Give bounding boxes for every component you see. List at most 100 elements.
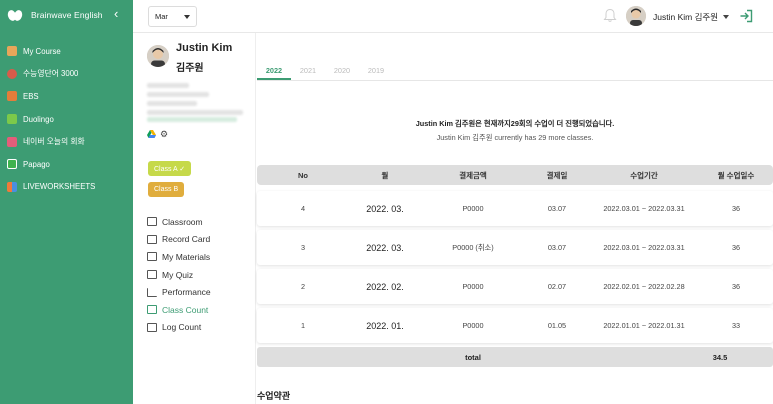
- column-header: 수업기간: [630, 170, 658, 180]
- sidebar-item-naver-conversation[interactable]: 네이버 오늘의 회화: [0, 130, 133, 153]
- sidebar-item-label: LIVEWORKSHEETS: [23, 182, 96, 192]
- menu-item-class-count[interactable]: Class Count: [147, 301, 211, 319]
- menu-item-label: Class Count: [162, 304, 209, 315]
- cell-paid-date: 01.05: [547, 321, 567, 330]
- cell-month: 2022. 01.: [366, 320, 404, 331]
- sidebar-item-label: My Course: [23, 46, 61, 56]
- avatar: [147, 45, 169, 67]
- sidebar-nav: My Course 수능영단어 3000 EBS Duolingo 네이버 오늘…: [0, 40, 133, 198]
- sidebar-item-ebs[interactable]: EBS: [0, 85, 133, 108]
- class-b-badge[interactable]: Class B: [148, 182, 185, 197]
- month-select[interactable]: Mar: [148, 6, 197, 27]
- table-header: No 월 결제금액 결제일 수업기간 월 수업일수: [257, 165, 773, 185]
- top-bar: Mar Justin Kim 김주원: [133, 0, 773, 33]
- cell-amount: P0000: [462, 321, 484, 330]
- cell-amount: P0000 (취소): [452, 242, 494, 252]
- card-icon: [147, 234, 157, 244]
- year-tabs: 2022 2021 2020 2019: [257, 61, 773, 81]
- cell-period: 2022.02.01 ~ 2022.02.28: [603, 282, 685, 291]
- google-drive-icon[interactable]: [147, 130, 156, 138]
- cell-days: 36: [731, 243, 741, 252]
- chevron-down-icon[interactable]: [723, 15, 729, 19]
- cell-days: 33: [731, 321, 741, 330]
- sidebar-item-label: 네이버 오늘의 회화: [23, 137, 85, 147]
- table-row[interactable]: 2 2022. 02. P0000 02.07 2022.02.01 ~ 202…: [257, 269, 773, 304]
- sidebar-item-label: 수능영단어 3000: [23, 69, 79, 79]
- profile-menu: Classroom Record Card My Materials My Qu…: [147, 213, 211, 336]
- avatar[interactable]: [626, 6, 646, 26]
- owl-icon: [7, 114, 17, 125]
- sidebar-item-my-course[interactable]: My Course: [0, 40, 133, 63]
- month-select-value: Mar: [155, 12, 168, 21]
- quiz-icon: [147, 270, 157, 280]
- terms-heading: 수업약관: [257, 391, 291, 401]
- profile-panel: Justin Kim 김주원 ⚙ Class A ✓ Class B Class…: [133, 33, 256, 404]
- total-label: total: [465, 352, 481, 362]
- sidebar-item-label: Papago: [23, 159, 50, 169]
- menu-item-label: Log Count: [162, 322, 202, 333]
- sidebar-item-liveworksheets[interactable]: LIVEWORKSHEETS: [0, 176, 133, 199]
- tab-year-2020[interactable]: 2020: [325, 61, 359, 80]
- sidebar-item-duolingo[interactable]: Duolingo: [0, 108, 133, 131]
- menu-item-my-quiz[interactable]: My Quiz: [147, 266, 211, 284]
- sidebar-item-label: EBS: [23, 91, 39, 101]
- materials-icon: [147, 252, 157, 262]
- cell-month: 2022. 02.: [366, 281, 404, 292]
- classroom-icon: [147, 217, 157, 227]
- user-menu[interactable]: Justin Kim 김주원: [653, 11, 718, 23]
- book-icon: [7, 68, 17, 79]
- menu-item-label: Performance: [162, 287, 211, 298]
- table-row[interactable]: 4 2022. 03. P0000 03.07 2022.03.01 ~ 202…: [257, 191, 773, 226]
- translate-icon: [7, 159, 17, 170]
- column-header: 결제금액: [459, 170, 487, 180]
- menu-item-my-materials[interactable]: My Materials: [147, 248, 211, 266]
- tab-year-2022[interactable]: 2022: [257, 61, 291, 80]
- redacted-info: [147, 101, 197, 106]
- sidebar: Brainwave English ‹ My Course 수능영단어 3000…: [0, 0, 133, 404]
- table-total-row: total 34.5: [257, 347, 773, 367]
- brand-name: Brainwave English: [31, 10, 103, 20]
- performance-icon: [147, 287, 157, 297]
- table-row[interactable]: 3 2022. 03. P0000 (취소) 03.07 2022.03.01 …: [257, 230, 773, 265]
- log-count-icon: [147, 322, 157, 332]
- cell-month: 2022. 03.: [366, 242, 404, 253]
- cell-no: 2: [300, 282, 306, 291]
- cell-amount: P0000: [462, 282, 484, 291]
- sidebar-item-label: Duolingo: [23, 114, 54, 124]
- redacted-info: [147, 110, 243, 115]
- collapse-sidebar-icon[interactable]: ‹: [114, 6, 118, 21]
- chat-icon: [7, 136, 17, 147]
- menu-item-label: My Materials: [162, 251, 211, 262]
- class-count-notice-ko: Justin Kim 김주원은 현재까지29회의 수업이 더 진행되었습니다.: [415, 119, 615, 128]
- menu-item-label: Classroom: [162, 216, 203, 227]
- class-a-badge[interactable]: Class A ✓: [148, 161, 192, 176]
- table-row[interactable]: 1 2022. 01. P0000 01.05 2022.01.01 ~ 202…: [257, 308, 773, 343]
- menu-item-record-card[interactable]: Record Card: [147, 231, 211, 249]
- cell-days: 36: [731, 204, 741, 213]
- sidebar-item-papago[interactable]: Papago: [0, 153, 133, 176]
- menu-item-log-count[interactable]: Log Count: [147, 319, 211, 337]
- cell-paid-date: 02.07: [547, 282, 567, 291]
- class-count-notice-en: Justin Kim 김주원 currently has 29 more cla…: [436, 133, 594, 142]
- profile-name-ko: 김주원: [176, 63, 204, 74]
- cell-month: 2022. 03.: [366, 203, 404, 214]
- column-header: 월: [381, 170, 389, 180]
- logout-icon[interactable]: [739, 9, 753, 23]
- bell-icon[interactable]: [603, 8, 617, 23]
- redacted-info: [147, 92, 209, 97]
- cell-period: 2022.01.01 ~ 2022.01.31: [603, 321, 685, 330]
- worksheet-icon: [7, 181, 17, 192]
- menu-item-classroom[interactable]: Classroom: [147, 213, 211, 231]
- cell-no: 3: [300, 243, 306, 252]
- sidebar-item-vocab-3000[interactable]: 수능영단어 3000: [0, 63, 133, 86]
- menu-item-label: My Quiz: [162, 269, 194, 280]
- cell-period: 2022.03.01 ~ 2022.03.31: [603, 243, 685, 252]
- cell-no: 4: [300, 204, 306, 213]
- total-value: 34.5: [712, 352, 728, 362]
- ebs-icon: [7, 91, 17, 102]
- tab-year-2019[interactable]: 2019: [359, 61, 393, 80]
- tab-year-2021[interactable]: 2021: [291, 61, 325, 80]
- gear-icon[interactable]: ⚙: [160, 129, 168, 140]
- profile-name-en: Justin Kim: [176, 42, 233, 54]
- menu-item-performance[interactable]: Performance: [147, 283, 211, 301]
